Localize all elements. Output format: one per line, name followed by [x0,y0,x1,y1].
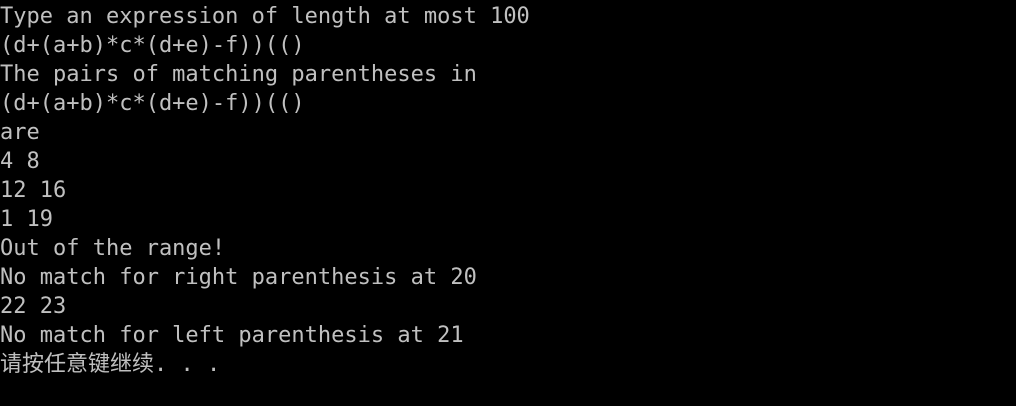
console-window[interactable]: Type an expression of length at most 100… [0,0,1016,406]
console-line-are: are [0,120,40,145]
console-line-pair: 4 8 [0,149,40,174]
console-line-input-expression: (d+(a+b)*c*(d+e)-f))(() [0,33,305,58]
console-line-pair: 12 16 [0,178,67,203]
console-line-prompt: Type an expression of length at most 100 [0,4,530,29]
window-edge [1016,0,1021,406]
console-line-out-of-range: Out of the range! [0,236,226,261]
console-line-pair: 22 23 [0,294,67,319]
console-line-no-match-right: No match for right parenthesis at 20 [0,265,477,290]
console-line-header: The pairs of matching parentheses in [0,62,477,87]
console-output: Type an expression of length at most 100… [0,2,530,379]
console-line-expression-echo: (d+(a+b)*c*(d+e)-f))(() [0,91,305,116]
console-line-press-any-key: 请按任意键继续. . . [0,352,221,377]
console-line-pair: 1 19 [0,207,53,232]
console-line-no-match-left: No match for left parenthesis at 21 [0,323,464,348]
